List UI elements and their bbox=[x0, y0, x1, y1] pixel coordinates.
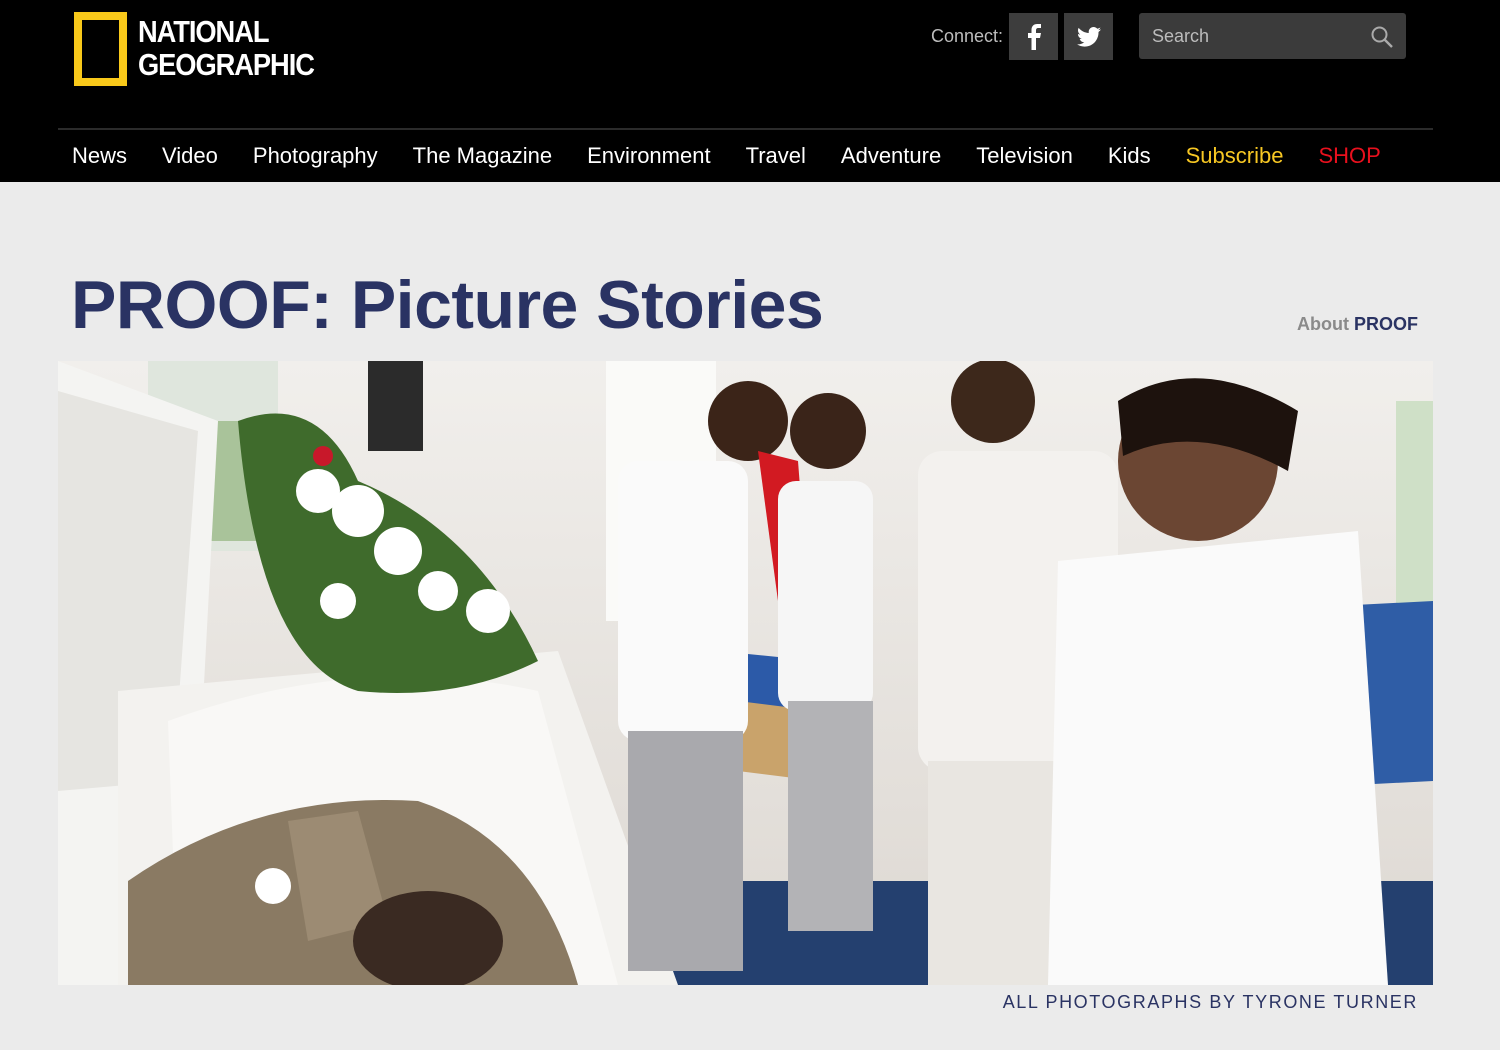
logo-line-1: NATIONAL bbox=[138, 14, 270, 49]
hero-photo[interactable] bbox=[58, 361, 1433, 985]
search-icon[interactable] bbox=[1370, 25, 1394, 49]
natgeo-logo[interactable]: NATIONAL GEOGRAPHIC bbox=[74, 12, 338, 86]
logo-yellow-frame bbox=[74, 12, 127, 86]
connect-bar: Connect: bbox=[931, 13, 1114, 60]
nav-item-travel[interactable]: Travel bbox=[746, 143, 806, 169]
connect-label: Connect: bbox=[931, 26, 1004, 46]
nav-item-subscribe[interactable]: Subscribe bbox=[1186, 143, 1284, 169]
about-proof-link[interactable]: About PROOF bbox=[1297, 314, 1418, 335]
search-input[interactable] bbox=[1139, 13, 1354, 59]
facebook-icon bbox=[1027, 23, 1041, 50]
twitter-icon bbox=[1076, 26, 1101, 47]
logo-wordmark: NATIONAL GEOGRAPHIC bbox=[138, 14, 315, 82]
nav-item-television[interactable]: Television bbox=[976, 143, 1073, 169]
nav-item-video[interactable]: Video bbox=[162, 143, 218, 169]
nav-item-photography[interactable]: Photography bbox=[253, 143, 378, 169]
photo-credit: ALL PHOTOGRAPHS BY TYRONE TURNER bbox=[1002, 992, 1418, 1012]
hero-photo-illustration bbox=[58, 361, 1433, 985]
search-box bbox=[1139, 13, 1406, 59]
logo-line-2: GEOGRAPHIC bbox=[138, 47, 315, 82]
about-brand: PROOF bbox=[1353, 314, 1418, 334]
main-nav: News Video Photography The Magazine Envi… bbox=[72, 130, 1381, 182]
nav-item-news[interactable]: News bbox=[72, 143, 127, 169]
twitter-button[interactable] bbox=[1064, 13, 1114, 60]
facebook-button[interactable] bbox=[1009, 13, 1059, 60]
nav-item-kids[interactable]: Kids bbox=[1108, 143, 1151, 169]
nav-item-the-magazine[interactable]: The Magazine bbox=[413, 143, 552, 169]
site-header: NATIONAL GEOGRAPHIC Connect: News Video … bbox=[0, 0, 1500, 182]
nav-item-adventure[interactable]: Adventure bbox=[841, 143, 941, 169]
nav-item-shop[interactable]: SHOP bbox=[1318, 143, 1380, 169]
page-title: PROOF: Picture Stories bbox=[71, 267, 824, 343]
about-prefix: About bbox=[1296, 314, 1349, 334]
nav-item-environment[interactable]: Environment bbox=[587, 143, 711, 169]
